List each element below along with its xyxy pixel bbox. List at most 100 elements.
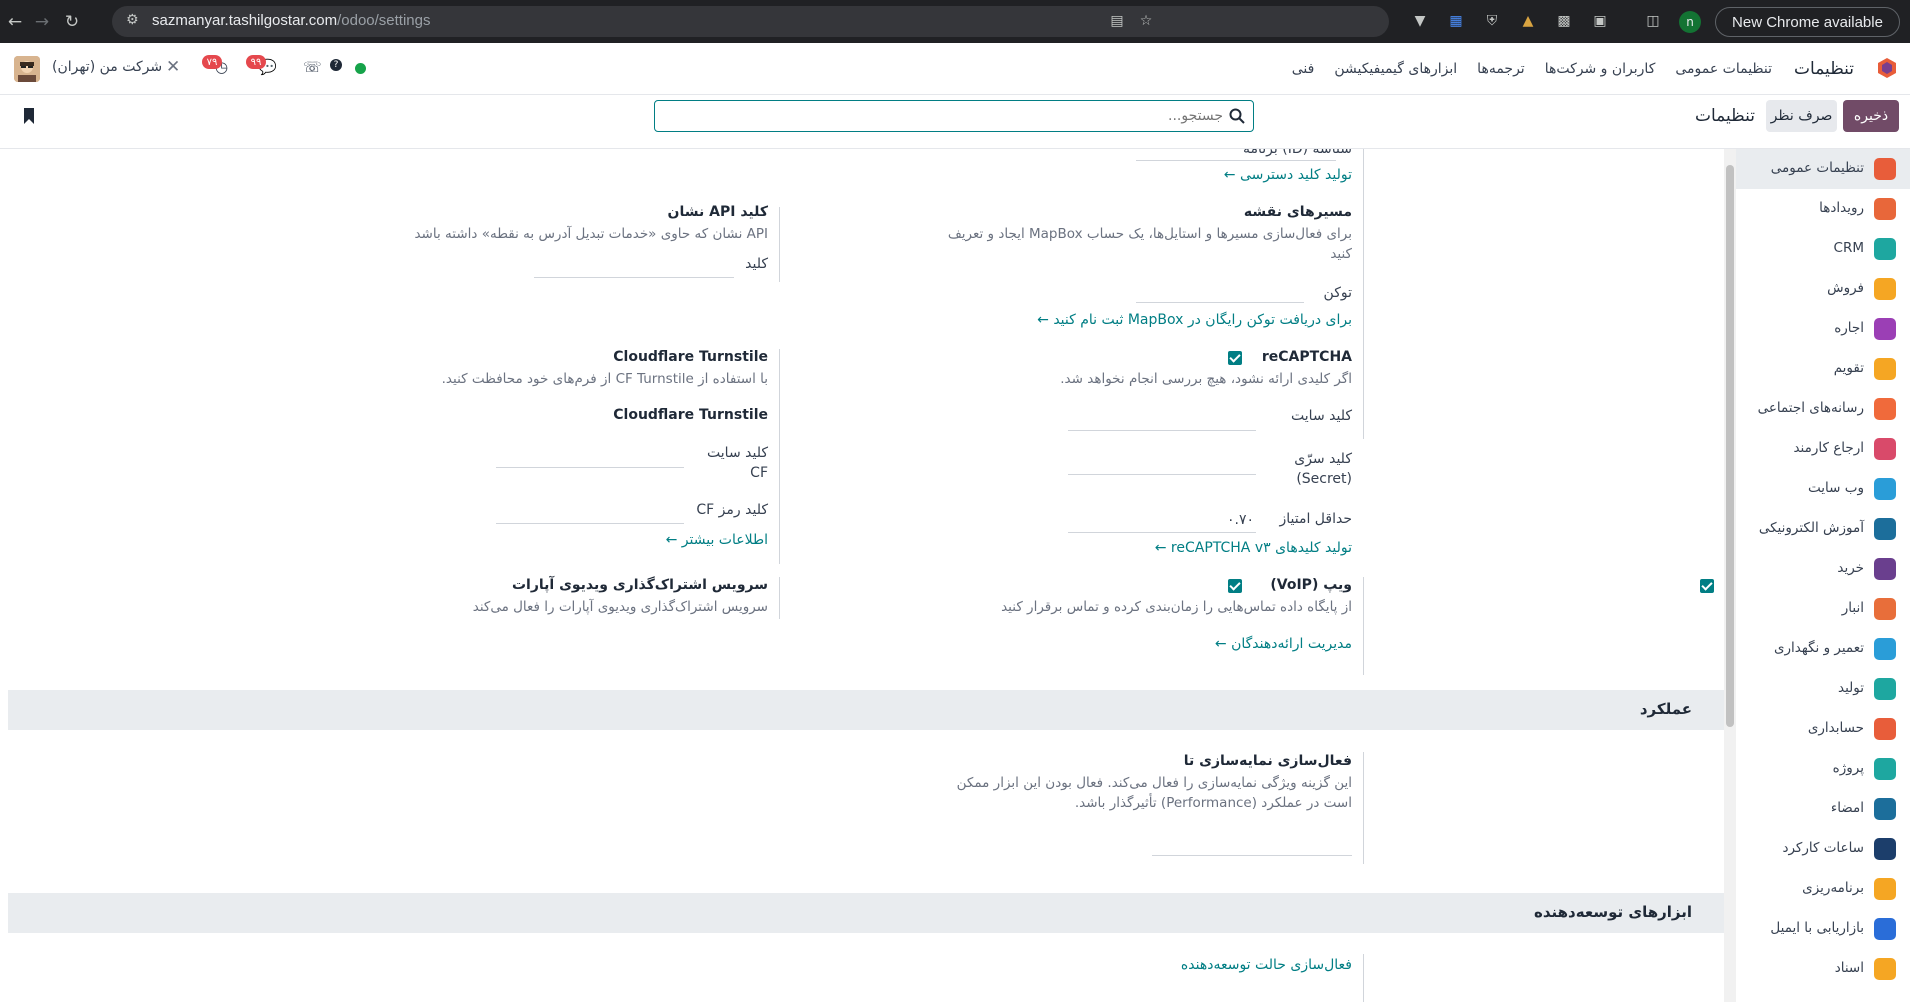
sidebar-item-label: رسانه‌های اجتماعی [1757, 400, 1864, 416]
sidebar-item[interactable]: خرید [1736, 549, 1910, 589]
sidebar-item[interactable]: تعمیر و نگهداری [1736, 629, 1910, 669]
sidebar-item[interactable]: اسناد [1736, 949, 1910, 989]
sidebar-item[interactable]: وب سایت [1736, 469, 1910, 509]
sidebar-item[interactable]: تولید [1736, 669, 1910, 709]
cf-secret-key-label: کلید رمز CF [696, 502, 768, 518]
geo-api-desc: API نشان که حاوی «خدمات تبدیل آدرس به نق… [414, 226, 768, 242]
manage-providers-link[interactable]: مدیریت ارائه‌دهندگان ← [1215, 636, 1352, 652]
extension-v-icon[interactable]: ▼ [1408, 9, 1432, 33]
sidebar-item[interactable]: CRM [1736, 229, 1910, 269]
profiling-until-input[interactable] [1152, 855, 1352, 856]
referral-icon [1874, 438, 1896, 460]
sidebar-item[interactable]: آموزش الکترونیکی [1736, 509, 1910, 549]
cf-secret-key-input[interactable] [496, 523, 684, 524]
sidebar-item[interactable]: بازاریابی با ایمیل [1736, 909, 1910, 949]
content-scrollbar-thumb[interactable] [1726, 165, 1734, 727]
browser-toolbar: ← → ↻ ⚙ sazmanyar.tashilgostar.com/odoo/… [0, 0, 1910, 43]
app-name[interactable]: تنظیمات [1782, 59, 1864, 79]
debug-tools-icon[interactable]: ✕ [166, 57, 180, 77]
menu-general-settings[interactable]: تنظیمات عمومی [1665, 61, 1782, 77]
settings-icon [1874, 158, 1896, 180]
calendar-icon [1874, 358, 1896, 380]
website-icon [1874, 478, 1896, 500]
map-routes-title: مسیرهای نقشه [1243, 204, 1352, 220]
turnstile-more-info-link[interactable]: اطلاعات بیشتر ← [666, 532, 768, 548]
translate-icon[interactable]: ▦ [1444, 9, 1468, 33]
sidebar-item-label: حسابداری [1807, 720, 1864, 736]
recaptcha-secret-key-input[interactable] [1068, 474, 1256, 475]
phone-icon[interactable]: ☏ [303, 58, 322, 76]
geo-api-title: کلید API نشان [667, 204, 768, 220]
sidebar-item[interactable]: پروژه [1736, 749, 1910, 789]
save-button[interactable]: ذخیره [1843, 100, 1899, 132]
sidebar-item[interactable]: فروش [1736, 269, 1910, 309]
search-icon[interactable] [1229, 108, 1245, 124]
sidebar-item[interactable]: تقویم [1736, 349, 1910, 389]
cf-site-key-input[interactable] [496, 467, 684, 468]
sidebar-item[interactable]: رسانه‌های اجتماعی [1736, 389, 1910, 429]
forward-icon[interactable]: → [30, 10, 54, 34]
sidebar-item[interactable]: رویدادها [1736, 189, 1910, 229]
bookmark-icon[interactable] [23, 108, 35, 124]
site-info-icon[interactable]: ⚙ [126, 12, 139, 28]
geo-key-input[interactable] [534, 277, 734, 278]
sidebar-item[interactable]: اجاره [1736, 309, 1910, 349]
sidebar-item-label: بازاریابی با ایمیل [1770, 920, 1864, 936]
aparat-checkbox[interactable] [1228, 579, 1242, 593]
menu-translations[interactable]: ترجمه‌ها [1467, 61, 1535, 77]
search-input[interactable] [683, 106, 1223, 126]
sidebar-item-label: ساعات کارکرد [1782, 840, 1864, 856]
recaptcha-site-key-input[interactable] [1068, 430, 1256, 431]
sidebar-item[interactable]: ساعات کارکرد [1736, 829, 1910, 869]
recaptcha-site-key-label: کلید سایت [1291, 408, 1352, 424]
address-bar[interactable]: ⚙ sazmanyar.tashilgostar.com/odoo/settin… [112, 6, 1389, 37]
company-switcher[interactable]: شرکت من (تهران) [52, 59, 162, 75]
min-score-underline [1068, 532, 1256, 533]
search-box[interactable] [654, 100, 1254, 132]
discard-button[interactable]: صرف نظر [1766, 100, 1837, 132]
sidebar-item-label: اسناد [1834, 960, 1864, 976]
token-input[interactable] [1136, 302, 1304, 303]
reload-icon[interactable]: ↻ [60, 10, 84, 34]
shield-icon[interactable]: ⛨ [1480, 9, 1504, 33]
sidebar-item[interactable]: تنظیمات عمومی [1736, 149, 1910, 189]
min-score-value[interactable]: ۰.۷۰ [1227, 512, 1254, 528]
new-chrome-available-button[interactable]: New Chrome available [1715, 7, 1900, 37]
menu-technical[interactable]: فنی [1282, 61, 1325, 77]
sidebar-item[interactable]: برنامه‌ریزی [1736, 869, 1910, 909]
developer-tools-section-title: ابزارهای توسعه‌دهنده [1534, 903, 1692, 921]
install-app-icon[interactable]: ▤ [1105, 9, 1129, 33]
token-label: توکن [1323, 285, 1352, 301]
recaptcha-title: reCAPTCHA [1261, 349, 1352, 365]
voip-checkbox[interactable] [1700, 579, 1714, 593]
page-title: تنظیمات [1695, 106, 1755, 126]
aparat-desc: سرویس اشتراک‌گذاری ویدیوی آپارات را فعال… [472, 599, 768, 615]
sidebar-item[interactable]: انبار [1736, 589, 1910, 629]
social-icon [1874, 398, 1896, 420]
profile-avatar[interactable]: n [1679, 11, 1701, 33]
back-icon[interactable]: ← [3, 10, 27, 34]
activate-developer-mode-link[interactable]: فعال‌سازی حالت توسعه‌دهنده [1181, 957, 1352, 973]
sidebar-item-label: آموزش الکترونیکی [1758, 520, 1864, 536]
url-text[interactable]: sazmanyar.tashilgostar.com/odoo/settings [152, 12, 431, 29]
mapbox-signup-link[interactable]: برای دریافت توکن رایگان در MapBox ثبت نا… [1037, 312, 1352, 328]
sidebar-item[interactable]: امضاء [1736, 789, 1910, 829]
extension-grid-icon[interactable]: ▩ [1552, 9, 1576, 33]
menu-gamification[interactable]: ابزارهای گیمیفیکیشن [1324, 61, 1467, 77]
side-panel-icon[interactable]: ◫ [1641, 9, 1665, 33]
sidebar-item[interactable]: ارجاع کارمند [1736, 429, 1910, 469]
user-avatar[interactable] [14, 56, 40, 82]
generate-access-key-link[interactable]: تولید کلید دسترسی ← [1224, 167, 1352, 183]
presence-status-icon[interactable] [355, 63, 366, 74]
help-icon[interactable]: ? [330, 59, 342, 71]
settings-app-icon[interactable] [1876, 57, 1898, 79]
sidebar-item-label: انبار [1841, 600, 1864, 616]
sidebar-item[interactable]: حسابداری [1736, 709, 1910, 749]
turnstile-checkbox[interactable] [1228, 351, 1242, 365]
divider-voip [1363, 577, 1364, 675]
generate-recaptcha-link[interactable]: تولید کلیدهای reCAPTCHA v۳ ← [1155, 540, 1352, 556]
bookmark-star-icon[interactable]: ☆ [1134, 9, 1158, 33]
extensions-puzzle-icon[interactable]: ▣ [1588, 9, 1612, 33]
menu-users-companies[interactable]: کاربران و شرکت‌ها [1535, 61, 1666, 77]
extension-hat-icon[interactable]: ▲ [1516, 9, 1540, 33]
